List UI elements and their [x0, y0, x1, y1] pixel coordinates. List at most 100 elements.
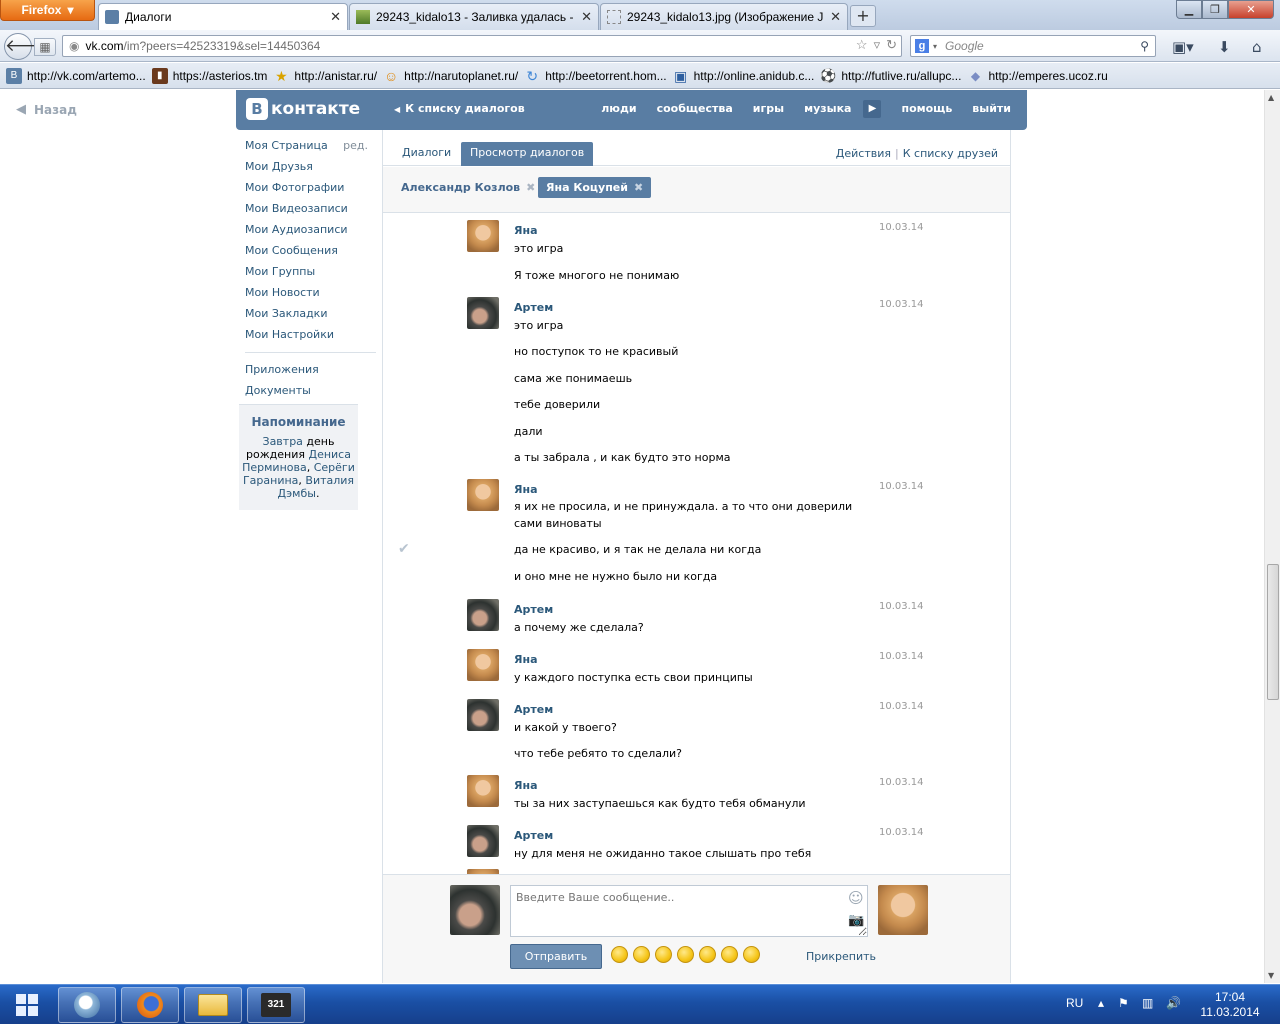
message-author[interactable]: Яна	[514, 483, 538, 496]
vk-logo[interactable]: В контакте	[246, 98, 360, 120]
friends-list-link[interactable]: К списку друзей	[903, 147, 998, 160]
downloads-icon[interactable]: ⬇	[1218, 38, 1231, 56]
checkmark-icon[interactable]: ✔	[398, 541, 410, 557]
bookmark-item[interactable]: ▣ http://online.anidub.c...	[673, 68, 814, 84]
actions-link[interactable]: Действия	[836, 147, 891, 160]
tab-view-dialogs[interactable]: Просмотр диалогов	[461, 142, 594, 166]
search-bar[interactable]: g ▾ Google ⚲	[910, 35, 1156, 57]
message-author[interactable]: Яна	[514, 779, 538, 792]
avatar[interactable]	[467, 649, 499, 681]
url-bar[interactable]: ◉ vk.com/im?peers=42523319&sel=14450364 …	[62, 35, 902, 57]
sidebar-item-apps[interactable]: Приложения	[245, 362, 376, 383]
message-author[interactable]: Артем	[514, 301, 553, 314]
action-center-flag-icon[interactable]: ⚑	[1118, 996, 1129, 1010]
avatar[interactable]	[467, 825, 499, 857]
peer-chip[interactable]: Александр Козлов ✖	[393, 177, 543, 198]
back-button[interactable]: 🡐	[4, 33, 51, 60]
avatar[interactable]	[467, 297, 499, 329]
reload-icon[interactable]: ↻	[886, 37, 897, 53]
page-scrollbar[interactable]: ▲ ▼	[1264, 90, 1280, 983]
peer-chip-selected[interactable]: Яна Коцупей ✖	[538, 177, 652, 198]
sidebar-item-bookmarks[interactable]: Мои Закладки	[245, 306, 376, 327]
reminder-tomorrow-link[interactable]: Завтра	[263, 435, 303, 448]
show-hidden-icons-icon[interactable]: ▴	[1098, 996, 1104, 1010]
bookmark-item[interactable]: ↻ http://beetorrent.hom...	[524, 68, 666, 84]
remove-icon[interactable]: ✖	[526, 181, 535, 194]
sidebar-item-my-page[interactable]: Моя Страница ред.	[245, 138, 376, 159]
nav-people[interactable]: люди	[601, 102, 636, 118]
bookmark-item[interactable]: Вhttp://vk.com/artemo...	[6, 67, 146, 84]
bookmark-item[interactable]: ⚽ http://futlive.ru/allupc...	[820, 68, 961, 84]
nav-music[interactable]: музыка	[804, 102, 851, 118]
new-tab-button[interactable]: +	[850, 5, 876, 27]
avatar[interactable]	[467, 479, 499, 511]
avatar[interactable]	[467, 699, 499, 731]
edit-link[interactable]: ред.	[343, 138, 368, 154]
message-author[interactable]: Яна	[514, 653, 538, 666]
volume-icon[interactable]: 🔊	[1166, 996, 1181, 1010]
close-icon[interactable]: ✕	[581, 9, 592, 25]
emoji-sad-icon[interactable]	[743, 946, 760, 963]
tab-image[interactable]: 29243_kidalo13.jpg (Изображение JP... ✕	[600, 3, 848, 30]
sidebar-item-audio[interactable]: Мои Аудиозаписи	[245, 222, 376, 243]
firefox-menu-button[interactable]: Firefox ▾	[0, 0, 95, 21]
sidebar-item-groups[interactable]: Мои Группы	[245, 264, 376, 285]
bookmark-item[interactable]: ☺ http://narutoplanet.ru/	[383, 68, 518, 84]
page-menu-button[interactable]: ▦	[34, 38, 56, 56]
nav-help[interactable]: помощь	[901, 102, 952, 118]
bookmarks-menu-icon[interactable]: ▣▾	[1172, 38, 1194, 56]
media-player-app[interactable]: 321	[247, 987, 305, 1023]
close-icon[interactable]: ✕	[330, 9, 341, 25]
google-icon[interactable]: g	[915, 39, 929, 53]
network-icon[interactable]: ▥	[1142, 996, 1153, 1010]
attach-link[interactable]: Прикрепить	[806, 950, 876, 963]
scroll-up-icon[interactable]: ▲	[1268, 93, 1274, 102]
maximize-button[interactable]: ❐	[1202, 0, 1228, 19]
message-author[interactable]: Артем	[514, 703, 553, 716]
sidebar-item-photos[interactable]: Мои Фотографии	[245, 180, 376, 201]
tab-dialogs-list[interactable]: Диалоги	[393, 142, 460, 166]
smile-icon[interactable]: ☺	[848, 889, 864, 907]
chevron-down-icon[interactable]: ▾	[933, 42, 937, 51]
send-button[interactable]: Отправить	[510, 944, 602, 969]
emoji-laugh-icon[interactable]	[633, 946, 650, 963]
avatar[interactable]	[467, 775, 499, 807]
close-icon[interactable]: ✕	[830, 9, 841, 25]
close-window-button[interactable]: ✕	[1228, 0, 1274, 19]
avatar[interactable]	[467, 599, 499, 631]
bookmark-item[interactable]: ◆ http://emperes.ucoz.ru	[967, 68, 1108, 84]
sidebar-item-news[interactable]: Мои Новости	[245, 285, 376, 306]
bookmark-item[interactable]: ▮ https://asterios.tm	[151, 67, 267, 84]
remove-icon[interactable]: ✖	[634, 181, 643, 194]
emoji-tongue-icon[interactable]	[611, 946, 628, 963]
my-avatar[interactable]	[450, 885, 500, 935]
bookmark-star-icon[interactable]: ☆	[856, 37, 868, 53]
message-author[interactable]: Артем	[514, 603, 553, 616]
tab-dialogs[interactable]: Диалоги ✕	[98, 3, 348, 30]
avatar[interactable]	[467, 220, 499, 252]
emoji-surprised-icon[interactable]	[721, 946, 738, 963]
message-author[interactable]: Артем	[514, 829, 553, 842]
emoji-wink-icon[interactable]	[655, 946, 672, 963]
minimize-button[interactable]: ▁	[1176, 0, 1202, 19]
message-author[interactable]: Яна	[514, 224, 538, 237]
messenger-app[interactable]	[58, 987, 116, 1023]
dropdown-arrow-icon[interactable]: ▿	[874, 37, 881, 53]
sidebar-item-settings[interactable]: Мои Настройки	[245, 327, 376, 348]
scroll-down-icon[interactable]: ▼	[1268, 971, 1274, 980]
play-icon[interactable]: ▶	[863, 100, 882, 118]
explorer-app[interactable]	[184, 987, 242, 1023]
sidebar-item-messages[interactable]: Мои Сообщения	[245, 243, 376, 264]
tab-upload[interactable]: 29243_kidalo13 - Заливка удалась - ... ✕	[349, 3, 599, 30]
bookmark-item[interactable]: ★ http://anistar.ru/	[273, 68, 377, 84]
sidebar-item-documents[interactable]: Документы	[245, 383, 376, 404]
home-icon[interactable]: ⌂	[1252, 38, 1262, 56]
camera-icon[interactable]: 📷	[848, 913, 864, 928]
nav-games[interactable]: игры	[753, 102, 784, 118]
nav-logout[interactable]: выйти	[972, 102, 1011, 118]
start-button[interactable]	[4, 988, 50, 1022]
language-indicator[interactable]: RU	[1066, 996, 1083, 1010]
message-input[interactable]	[510, 885, 868, 937]
back-link[interactable]: ◀ Назад	[16, 102, 77, 117]
peer-avatar[interactable]	[878, 885, 928, 935]
